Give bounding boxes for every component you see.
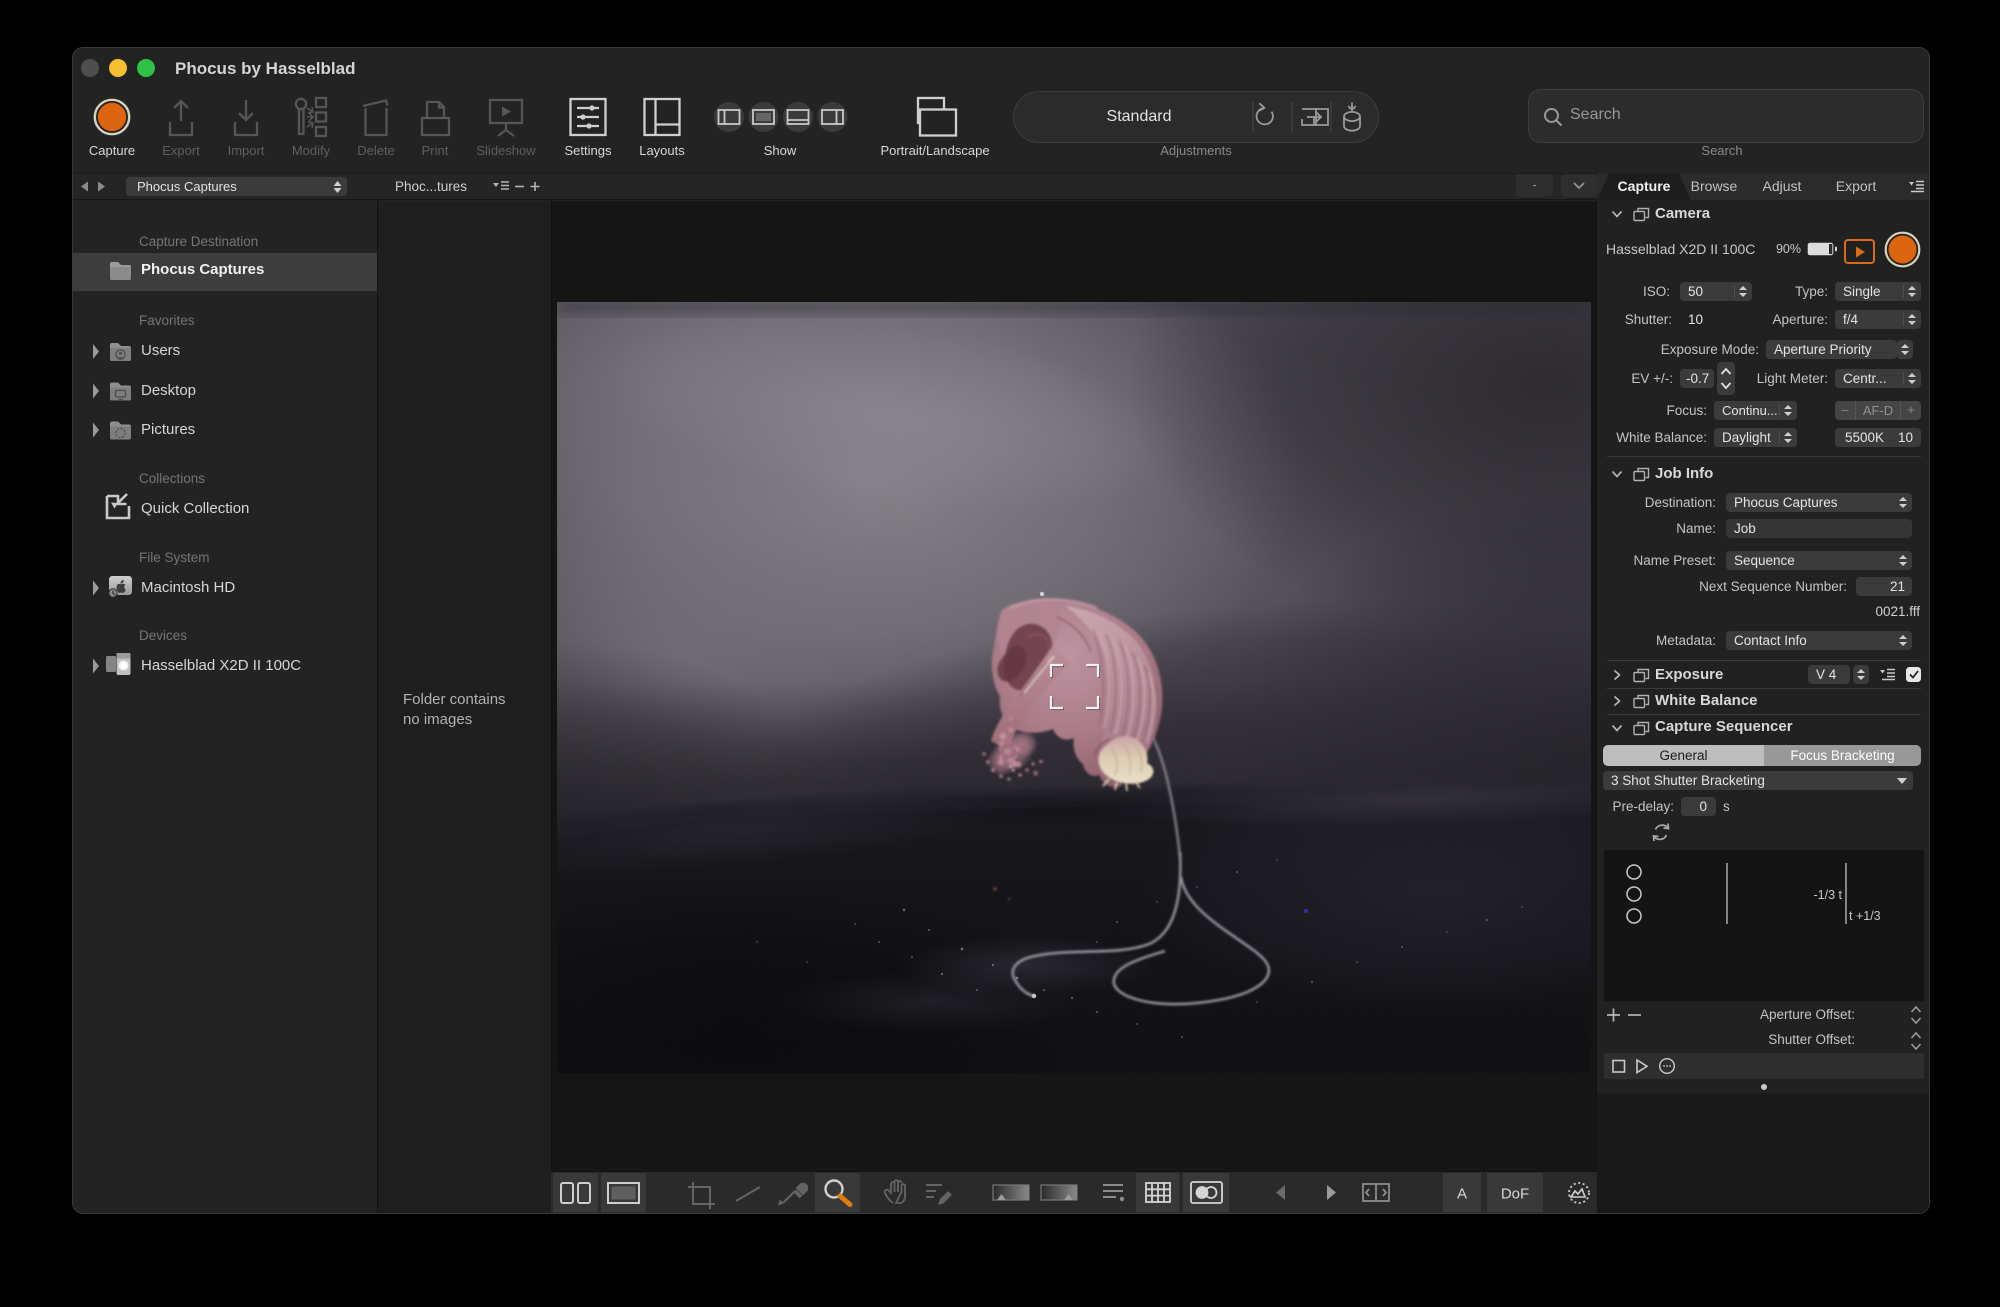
svg-text:-1/3 t: -1/3 t bbox=[1814, 888, 1843, 902]
svg-text:A: A bbox=[1457, 1186, 1467, 1203]
svg-text:t +1/3: t +1/3 bbox=[1849, 909, 1881, 923]
svg-text:DoF: DoF bbox=[1501, 1186, 1529, 1203]
